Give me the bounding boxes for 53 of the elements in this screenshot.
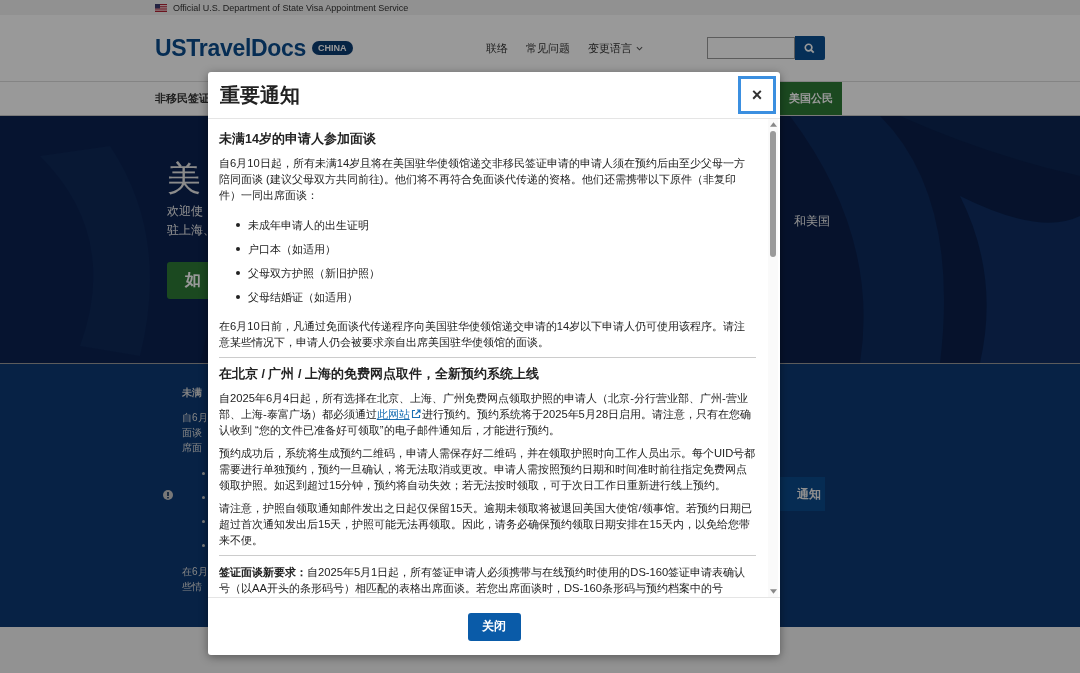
notice-text: 些情 (182, 580, 203, 594)
paragraph: 自2025年6月4日起，所有选择在北京、上海、广州免费网点领取护照的申请人（北京-分行营业部、广州-营业部、上海-泰富广场）都必须通过此网站 进行预约。预约系统将于2025年5月28日启用。请注意，只有在您确认收到 “您的文件已准备好可领取”的电子邮件通知后，才能进行预约。 (219, 391, 753, 438)
site-logo[interactable]: USTravelDocs (155, 34, 307, 62)
paragraph: 签证面谈新要求：自2025年5月1日起，所有签证申请人必须携带与在线预约时使用的DS-160签证申请表确认号（以AA开头的条形码号）相匹配的表格出席面谈。若您出席面谈时，DS-160条形码与预约档案中的号 (219, 565, 747, 596)
notice-button[interactable]: 通知 (780, 477, 825, 511)
official-banner-text: Official U.S. Department of State Visa Appointment Service (173, 2, 409, 13)
notice-text: 面谈 (182, 426, 203, 440)
language-dropdown[interactable]: 变更语言 (587, 40, 643, 56)
hero-text: 欢迎使 (167, 203, 203, 220)
bullet-dot (202, 520, 205, 523)
website-link[interactable]: 此网站 (376, 408, 410, 420)
hero-text: 驻上海、 (167, 222, 215, 239)
notice-text: 在6月 (182, 565, 208, 579)
hero-button[interactable]: 如 (167, 262, 211, 299)
scroll-down-icon[interactable] (769, 589, 777, 594)
close-button[interactable]: × (738, 76, 776, 114)
citizen-tab[interactable]: 美国公民 (780, 82, 842, 115)
hero-text: 和美国 (794, 213, 830, 229)
search-icon (804, 42, 816, 54)
notice-text: 席面 (182, 441, 203, 455)
bullet-dot (236, 223, 240, 227)
chevron-down-icon (635, 45, 643, 51)
bullet-dot (202, 544, 205, 547)
modal-title: 重要通知 (220, 81, 300, 109)
flag-icon (155, 3, 167, 12)
list-item: 未成年申请人的出生证明 (248, 218, 369, 233)
section-heading: 在北京 / 广州 / 上海的免费网点取件，全新预约系统上线 (219, 366, 540, 382)
notice-text: 自6月 (182, 411, 208, 425)
scroll-up-icon[interactable] (769, 122, 777, 127)
close-dialog-button[interactable]: 关闭 (467, 612, 521, 641)
nav-link[interactable]: 常见问题 (525, 40, 570, 56)
external-link-icon (410, 409, 421, 419)
scrollbar[interactable] (768, 119, 778, 597)
hero-heading: 美 (167, 157, 201, 200)
paragraph: 自6月10日起，所有未满14岁且将在美国驻华使领馆递交非移民签证申请的申请人须在预约后由至少父母一方陪同面谈 (建议父母双方共同前往)。他们将不再符合免面谈代传递的资格。他们还需携带以下原件（非复印件）一同出席面谈： (219, 156, 747, 203)
list-item: 户口本（如适用） (248, 242, 336, 257)
bullet-dot (202, 472, 205, 475)
list-item: 父母双方护照（新旧护照） (248, 266, 380, 281)
search-button[interactable] (794, 36, 825, 60)
country-badge: CHINA (312, 41, 353, 55)
search-field[interactable] (706, 37, 795, 59)
paragraph: 请注意，护照自领取通知邮件发出之日起仅保留15天。逾期未领取将被退回美国大使馆/领事馆。若预约日期已超过首次通知发出后15天，护照可能无法再领取。因此，请务必确保预约领取日期安排在15天内，以免给您带来不便。 (219, 501, 753, 548)
list-item: 父母结婚证（如适用） (248, 290, 358, 305)
notice-heading: 未满 (182, 386, 203, 400)
bullet-dot (236, 271, 240, 275)
alert-icon (163, 490, 173, 500)
paragraph: 预约成功后，系统将生成预约二维码，申请人需保存好二维码，并在领取护照时向工作人员出示。每个UID号都需要进行单独预约，预约一旦确认，将无法取消或更改。申请人需按照预约日期和时间准时前往指定免费网点领取护照。如迟到超过15分钟，预约将自动失效；若无法按时领取，可于次日工作日重新进行线上预约。 (219, 446, 756, 493)
paragraph: 在6月10日前，凡通过免面谈代传递程序向美国驻华使领馆递交申请的14岁以下申请人仍可使用该程序。请注意某些情况下，申请人仍会被要求亲自出席美国驻华使领馆的面谈。 (219, 319, 747, 350)
bullet-dot (236, 295, 240, 299)
section-heading: 未满14岁的申请人参加面谈 (219, 131, 377, 147)
bullet-dot (202, 496, 205, 499)
bullet-dot (236, 247, 240, 251)
nav-link[interactable]: 联络 (485, 40, 508, 56)
